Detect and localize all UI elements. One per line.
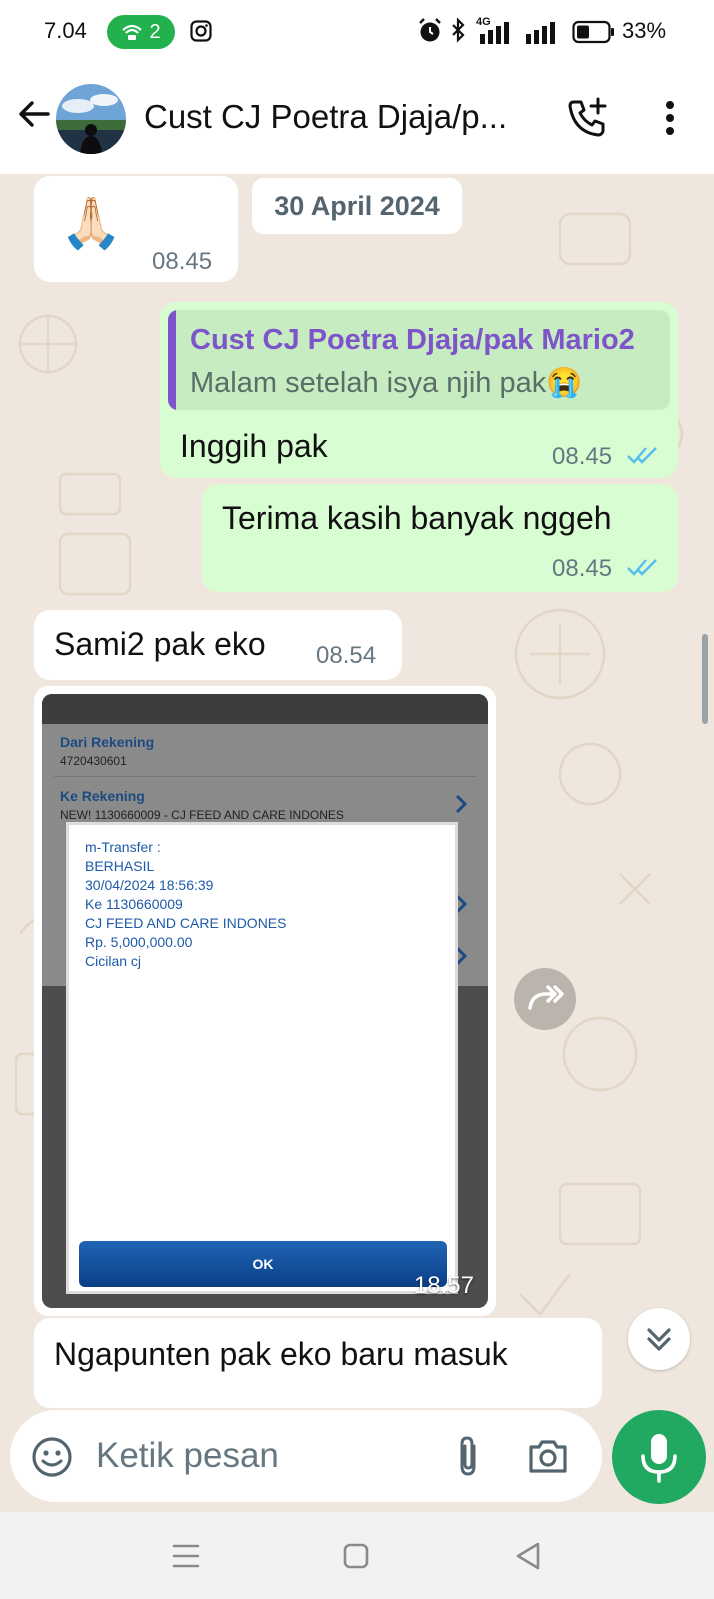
- message-bubble-incoming[interactable]: 🙏🏻 08.45: [34, 176, 238, 282]
- emoji-icon[interactable]: [30, 1435, 74, 1479]
- dialog-line: m-Transfer :: [85, 839, 161, 855]
- message-bubble-outgoing[interactable]: Terima kasih banyak nggeh 08.45: [202, 484, 678, 592]
- message-text: Sami2 pak eko: [54, 626, 266, 662]
- hotspot-count: 2: [149, 20, 161, 43]
- dialog-line: Ke 1130660009: [85, 896, 183, 912]
- message-time: 08.45: [552, 443, 613, 470]
- message-text: Ngapunten pak eko baru masuk: [54, 1336, 508, 1372]
- message-time: 08.45: [152, 248, 213, 275]
- message-composer: [10, 1410, 602, 1502]
- dialog-line: Rp. 5,000,000.00: [85, 934, 193, 950]
- status-bar: 7.04 2 4G 33%: [0, 0, 714, 64]
- attach-icon[interactable]: [448, 1432, 488, 1480]
- back-arrow-icon[interactable]: [14, 94, 54, 134]
- message-bubble-outgoing[interactable]: Cust CJ Poetra Djaja/pak Mario2 Malam se…: [160, 302, 678, 478]
- chevron-right-icon: [455, 794, 468, 814]
- mic-icon: [641, 1434, 677, 1483]
- scrollbar[interactable]: [702, 634, 708, 724]
- bluetooth-icon: [452, 17, 465, 43]
- dialog-ok-button: OK: [79, 1241, 447, 1287]
- forward-icon: [528, 985, 564, 1010]
- message-bubble-incoming[interactable]: Sami2 pak eko 08.54: [34, 610, 402, 680]
- image-message[interactable]: Dari Rekening 4720430601 Ke Rekening NEW…: [34, 686, 496, 1316]
- dialog-line: 30/04/2024 18:56:39: [85, 877, 214, 893]
- message-time: 08.45: [552, 555, 613, 582]
- transfer-dialog: m-Transfer : BERHASIL 30/04/2024 18:56:3…: [66, 822, 458, 1294]
- avatar[interactable]: [56, 84, 126, 154]
- screenshot-row-label: Ke Rekening: [60, 788, 145, 804]
- back-nav-icon[interactable]: [508, 1536, 548, 1576]
- mic-button[interactable]: [612, 1410, 706, 1504]
- dialog-line: BERHASIL: [85, 858, 155, 874]
- signal-icon-1: [480, 22, 509, 44]
- add-call-icon[interactable]: [566, 96, 610, 140]
- screenshot-row-value: NEW! 1130660009 - CJ FEED AND CARE INDON…: [60, 808, 344, 822]
- dialog-line: Cicilan cj: [85, 953, 142, 969]
- divider: [54, 776, 476, 777]
- dialog-line: CJ FEED AND CARE INDONES: [85, 915, 287, 931]
- screenshot-row-label: Dari Rekening: [60, 734, 155, 750]
- message-time: 08.54: [316, 642, 377, 669]
- alarm-icon: [419, 18, 441, 42]
- hotspot-icon: [122, 24, 143, 40]
- chat-header: Cust CJ Poetra Djaja/p...: [0, 64, 714, 174]
- instagram-icon: [190, 20, 212, 42]
- quote-author: Cust CJ Poetra Djaja/pak Mario2: [190, 324, 635, 356]
- screenshot-row-value: 4720430601: [60, 754, 127, 768]
- message-input[interactable]: [96, 1432, 416, 1480]
- read-ticks-icon: [627, 559, 657, 576]
- image-attachment[interactable]: Dari Rekening 4720430601 Ke Rekening NEW…: [42, 694, 488, 1308]
- signal-icon-2: [526, 22, 555, 44]
- message-text: Inggih pak: [180, 428, 328, 464]
- quoted-message[interactable]: Cust CJ Poetra Djaja/pak Mario2 Malam se…: [168, 310, 670, 410]
- quote-text: Malam setelah isya njih pak😭: [190, 367, 583, 399]
- chat-area[interactable]: 30 April 2024 🙏🏻 08.45 Cust CJ Poetra Dj…: [0, 174, 714, 1512]
- forward-button[interactable]: [514, 968, 576, 1030]
- hotspot-badge: 2: [107, 15, 175, 49]
- scroll-down-icon: [647, 1328, 671, 1351]
- battery-percent: 33%: [622, 18, 667, 43]
- more-vert-icon[interactable]: [650, 98, 690, 138]
- camera-icon[interactable]: [526, 1434, 570, 1478]
- scroll-down-button[interactable]: [628, 1308, 690, 1370]
- quote-accent-bar: [168, 310, 176, 410]
- recent-apps-icon[interactable]: [166, 1536, 206, 1576]
- screenshot-topbar: [42, 694, 488, 724]
- status-time: 7.04: [44, 18, 87, 43]
- message-text: Terima kasih banyak nggeh: [222, 500, 612, 536]
- message-time: 18.57: [413, 1272, 474, 1299]
- date-chip: 30 April 2024: [252, 178, 462, 234]
- avatar-image: [56, 84, 126, 154]
- chat-title[interactable]: Cust CJ Poetra Djaja/p...: [144, 98, 507, 136]
- system-nav-bar: [0, 1512, 714, 1599]
- read-ticks-icon: [627, 447, 657, 464]
- message-emoji: 🙏🏻: [60, 195, 123, 251]
- battery-icon: [572, 20, 614, 44]
- home-icon[interactable]: [336, 1536, 376, 1576]
- message-bubble-incoming[interactable]: Ngapunten pak eko baru masuk: [34, 1318, 602, 1408]
